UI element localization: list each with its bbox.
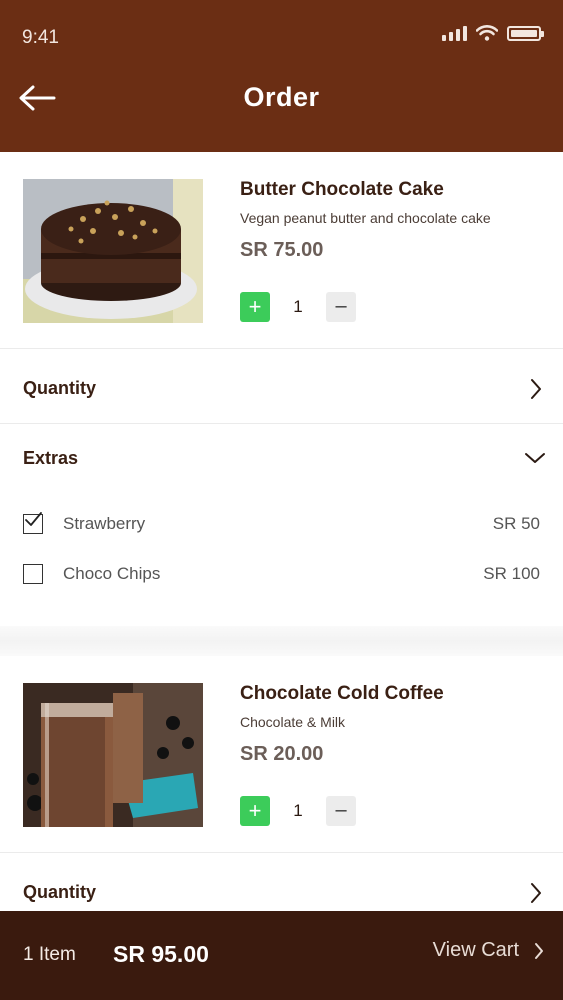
cake-image — [23, 179, 203, 323]
chevron-right-icon[interactable] — [529, 378, 543, 400]
app-header: 9:41 Order — [0, 0, 563, 152]
divider — [0, 348, 563, 349]
extras-row-label[interactable]: Extras — [23, 448, 78, 469]
extra-price: SR 100 — [483, 564, 540, 583]
page-title: Order — [243, 82, 320, 112]
extra-option-choco-chips[interactable]: Choco Chips SR 100 — [0, 560, 563, 590]
chevron-right-icon[interactable] — [529, 882, 543, 904]
quantity-value: 1 — [293, 297, 303, 316]
chevron-down-icon[interactable] — [524, 451, 546, 465]
battery-icon — [507, 25, 544, 41]
item-name: Butter Chocolate Cake — [240, 179, 444, 200]
cart-footer: 1 Item SR 95.00 View Cart — [0, 911, 563, 1000]
coffee-image — [23, 683, 203, 827]
wifi-icon — [476, 25, 498, 41]
quantity-stepper: + 1 – — [240, 796, 356, 826]
extra-name: Strawberry — [63, 514, 146, 533]
view-cart-button[interactable]: View Cart — [433, 939, 545, 962]
chevron-right-icon — [535, 942, 543, 959]
quantity-row-label[interactable]: Quantity — [23, 882, 96, 903]
item-price: SR 75.00 — [240, 239, 324, 261]
order-item-cake: Butter Chocolate Cake Vegan peanut butte… — [0, 152, 563, 626]
signal-icon — [442, 25, 467, 41]
quantity-row-label[interactable]: Quantity — [23, 378, 96, 399]
item-description: Chocolate & Milk — [240, 714, 346, 730]
extra-price: SR 50 — [492, 514, 540, 533]
cart-total: SR 95.00 — [113, 941, 209, 967]
decrease-quantity-button[interactable]: – — [326, 796, 356, 826]
divider — [0, 852, 563, 853]
decrease-quantity-button[interactable]: – — [326, 292, 356, 322]
item-description: Vegan peanut butter and chocolate cake — [240, 210, 491, 226]
extra-name: Choco Chips — [63, 564, 161, 583]
increase-quantity-button[interactable]: + — [240, 292, 270, 322]
order-item-coffee: Chocolate Cold Coffee Chocolate & Milk S… — [0, 656, 563, 911]
status-icons — [442, 25, 544, 41]
quantity-stepper: + 1 – — [240, 292, 356, 322]
extra-option-strawberry[interactable]: Strawberry SR 50 — [0, 510, 563, 540]
section-separator — [0, 626, 563, 656]
quantity-value: 1 — [293, 801, 303, 820]
status-time: 9:41 — [22, 27, 59, 48]
increase-quantity-button[interactable]: + — [240, 796, 270, 826]
checkmark-icon — [25, 512, 42, 526]
view-cart-label: View Cart — [432, 939, 519, 961]
item-name: Chocolate Cold Coffee — [240, 683, 444, 704]
checkbox-checked[interactable] — [23, 512, 43, 534]
item-price: SR 20.00 — [240, 743, 324, 765]
cart-item-count: 1 Item — [23, 944, 76, 965]
divider — [0, 423, 563, 424]
checkbox-unchecked[interactable] — [23, 564, 43, 584]
